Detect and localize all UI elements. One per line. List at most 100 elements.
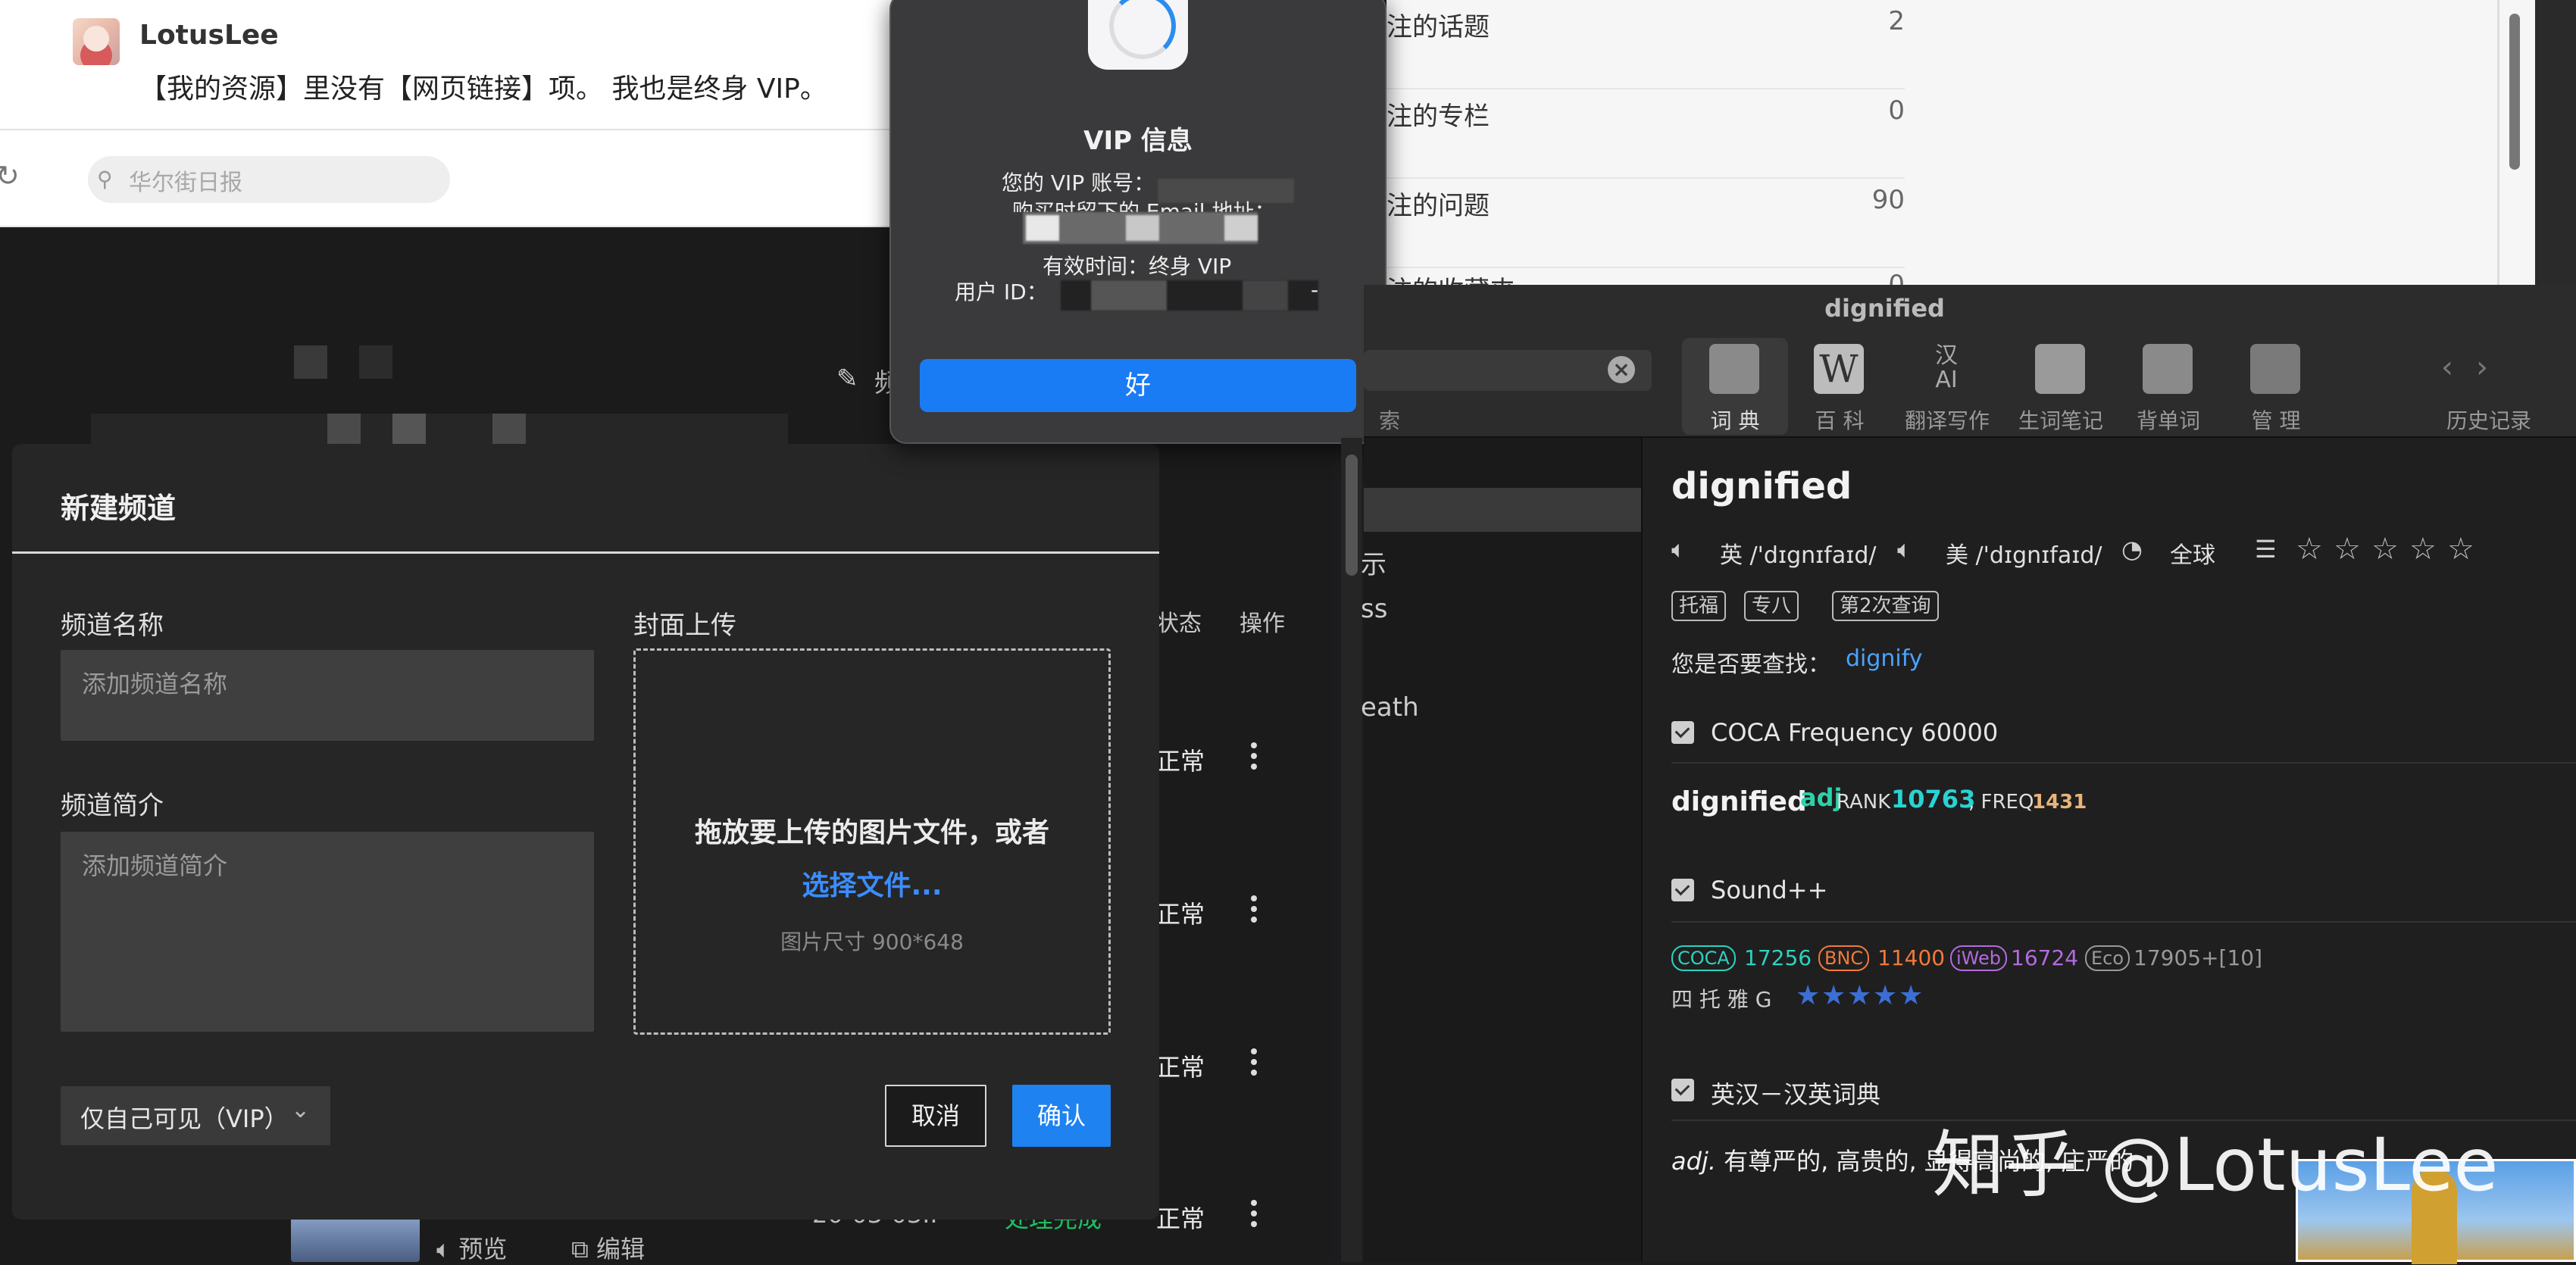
- tool-wikipedia[interactable]: W 百 科: [1787, 338, 1893, 435]
- star-icon[interactable]: ☆: [2409, 532, 2437, 567]
- reload-icon[interactable]: ↻: [0, 161, 26, 191]
- star-icon: ★: [1821, 980, 1846, 1011]
- preview-link[interactable]: 🔈︎ 预览: [436, 1230, 507, 1265]
- chevron-left-icon[interactable]: ‹: [2441, 350, 2476, 385]
- chevron-down-icon: ⌄: [291, 1097, 311, 1123]
- star-icon[interactable]: ☆: [2371, 532, 2399, 567]
- divider: [1671, 762, 2576, 764]
- section-toggle[interactable]: [1671, 721, 1694, 744]
- speaker-icon: 🔈︎: [436, 1235, 452, 1263]
- redacted-block: [492, 414, 526, 447]
- vip-valid-label: 有效时间：终身 VIP: [1043, 254, 1232, 279]
- dialog-title: 新建频道: [61, 492, 177, 525]
- divider: [1671, 921, 2576, 923]
- redacted-block: [1026, 215, 1059, 241]
- coca-badge-value: 17256: [1744, 945, 1812, 970]
- star-icon[interactable]: ☆: [2334, 532, 2361, 567]
- dict-word-list: [1364, 438, 1643, 1262]
- coca-rank: 10763: [1891, 785, 1976, 814]
- window-edge: [2535, 0, 2576, 286]
- tool-recite[interactable]: 背单词: [2115, 338, 2221, 435]
- more-actions-icon[interactable]: [1250, 738, 1258, 774]
- cover-upload-label: 封面上传: [633, 611, 736, 641]
- suggest-link[interactable]: dignify: [1846, 645, 1923, 672]
- app-icon: [1088, 0, 1188, 70]
- history-label[interactable]: 历史记录: [2424, 404, 2553, 435]
- redacted-block: [294, 345, 327, 379]
- tool-manage[interactable]: 管 理: [2223, 338, 2329, 435]
- confirm-button[interactable]: 确认: [1012, 1085, 1111, 1147]
- eco-badge-value: 17905+[10]: [2134, 945, 2263, 970]
- row-status: 正常: [1156, 1053, 1205, 1082]
- globe-icon[interactable]: ◔: [2121, 535, 2143, 564]
- scrollbar[interactable]: [2509, 14, 2520, 170]
- star-icon[interactable]: ☆: [2296, 532, 2323, 567]
- section-title: 英汉－汉英词典: [1711, 1080, 1881, 1109]
- star-icon: ★: [1899, 980, 1924, 1011]
- speaker-icon[interactable]: 🔈︎: [1897, 535, 1912, 564]
- vip-dialog-title: VIP 信息: [1083, 126, 1193, 156]
- stats-value: 90: [1871, 185, 1905, 215]
- list-icon[interactable]: ☰: [2255, 535, 2277, 564]
- tag: 专八: [1744, 591, 1799, 621]
- redacted-block: [327, 414, 361, 447]
- upload-size-hint: 图片尺寸 900*648: [780, 929, 964, 954]
- channel-intro-label: 频道简介: [61, 791, 164, 821]
- book-dictionary-icon: [1709, 344, 1759, 394]
- more-actions-icon[interactable]: [1250, 1044, 1258, 1080]
- coca-word: dignified: [1671, 786, 1807, 817]
- list-item[interactable]: eath: [1361, 692, 1419, 723]
- tool-notebook[interactable]: 生词笔记: [2008, 338, 2114, 435]
- uk-pronunciation: 英 /'dɪgnɪfaɪd/: [1720, 542, 1877, 569]
- cancel-button[interactable]: 取消: [885, 1085, 986, 1147]
- tool-translate[interactable]: 汉 AI 翻译写作: [1894, 338, 2000, 435]
- choose-file-link[interactable]: 选择文件...: [633, 864, 1111, 903]
- divider: [2497, 0, 2499, 286]
- list-item[interactable]: ss: [1361, 594, 1387, 624]
- channel-name-placeholder: 添加频道名称: [82, 670, 228, 698]
- speaker-icon[interactable]: 🔈︎: [1671, 535, 1686, 564]
- translate-icon: 汉 AI: [1935, 342, 1958, 393]
- coca-badge: COCA: [1671, 945, 1736, 971]
- star-icon[interactable]: ☆: [2447, 532, 2474, 567]
- suggest-label: 您是否要查找：: [1671, 651, 1830, 678]
- redacted-block: [359, 345, 392, 379]
- iweb-badge-value: 16724: [2011, 945, 2079, 970]
- redacted-block: [1224, 215, 1258, 241]
- coca-rank-label: RANK: [1837, 791, 1891, 814]
- notebook-icon: [2035, 344, 2085, 394]
- edit-link[interactable]: ⧉ 编辑: [571, 1230, 645, 1265]
- avatar[interactable]: [73, 18, 120, 65]
- wikipedia-icon: W: [1814, 344, 1864, 394]
- upload-instruction: 拖放要上传的图片文件，或者: [694, 817, 1049, 848]
- vip-uid-tail: -: [1311, 277, 1319, 302]
- open-book-icon: [2143, 344, 2193, 394]
- tag: 第2次查询: [1832, 591, 1939, 621]
- redacted-block: [1091, 280, 1167, 311]
- edit-icon[interactable]: ✎: [836, 364, 858, 394]
- section-toggle[interactable]: [1671, 879, 1694, 901]
- more-actions-icon[interactable]: [1250, 1195, 1258, 1232]
- eco-badge: Eco: [2085, 945, 2131, 971]
- ok-button[interactable]: 好: [920, 359, 1356, 412]
- dict-search-caption: 索: [1379, 408, 1401, 433]
- chevron-right-icon[interactable]: ›: [2476, 350, 2511, 385]
- us-pronunciation: 美 /'dɪgnɪfaɪd/: [1946, 542, 2102, 569]
- scrollbar-thumb[interactable]: [1346, 454, 1358, 576]
- section-toggle[interactable]: [1671, 1079, 1694, 1101]
- more-actions-icon[interactable]: [1250, 891, 1258, 927]
- star-icon: ★: [1873, 980, 1898, 1011]
- history-nav[interactable]: ‹›: [2441, 350, 2511, 385]
- star-icon: ★: [1847, 980, 1872, 1011]
- cabinet-icon: [2250, 344, 2300, 394]
- comment-username[interactable]: LotusLee: [139, 20, 279, 51]
- clear-icon[interactable]: ×: [1608, 356, 1635, 383]
- list-item[interactable]: 示: [1361, 544, 1386, 581]
- list-item-selected[interactable]: [1364, 488, 1641, 532]
- tool-dictionary[interactable]: 词 典: [1682, 338, 1788, 435]
- channel-thumbnail[interactable]: [291, 1215, 420, 1262]
- comment-text: 【我的资源】里没有【网页链接】项。 我也是终身 VIP。: [139, 73, 827, 105]
- divider: [12, 551, 1159, 554]
- stats-value: 0: [1888, 95, 1905, 126]
- iweb-badge: iWeb: [1950, 945, 2007, 971]
